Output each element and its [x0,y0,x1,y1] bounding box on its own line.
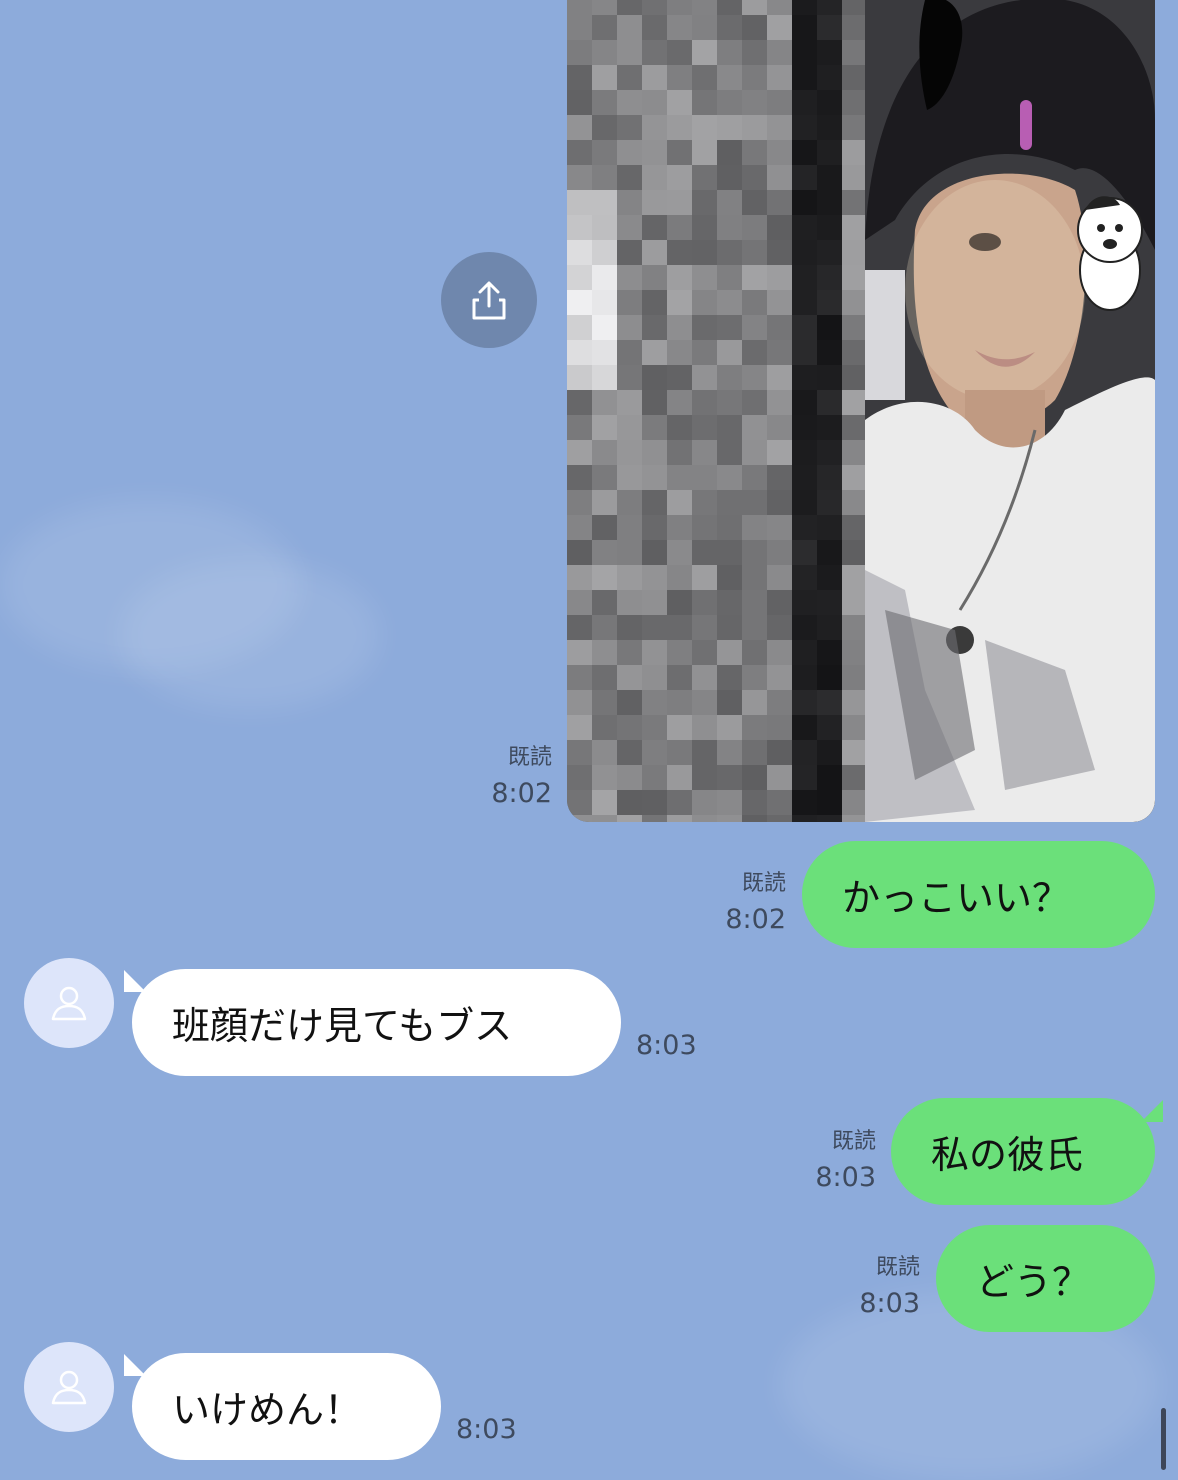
contact-avatar[interactable] [24,958,114,1048]
read-receipt: 既読 [875,1255,920,1280]
message-time: 8:03 [456,1414,517,1445]
message-time: 8:03 [859,1288,920,1319]
contact-avatar[interactable] [24,1342,114,1432]
message-time: 8:03 [636,1030,697,1061]
message-text: どう？ [976,1260,1091,1304]
message-bubble-sent[interactable]: 私の彼氏 [891,1098,1155,1205]
message-bubble-sent[interactable]: どう？ [936,1225,1155,1332]
default-avatar-icon [51,986,87,1021]
message-time: 8:02 [725,904,786,935]
background-cloud [120,560,380,710]
read-receipt: 既読 [831,1129,876,1154]
selfie-image [865,0,1155,822]
message-meta: 既読 8:03 [824,1250,920,1322]
message-meta: 既読 8:02 [460,740,552,812]
message-text: いけめん！ [172,1388,363,1432]
read-receipt: 既読 [507,745,552,770]
message-time: 8:02 [491,778,552,809]
message-time: 8:03 [815,1162,876,1193]
message-meta: 既読 8:02 [690,866,786,938]
share-icon [472,281,506,320]
default-avatar-icon [51,1370,87,1405]
message-bubble-received[interactable]: いけめん！ [132,1353,441,1460]
message-bubble-sent[interactable]: かっこいい？ [802,841,1155,948]
message-text: 私の彼氏 [931,1133,1084,1177]
message-meta: 既読 8:03 [780,1124,876,1196]
bubble-tail [1141,1100,1163,1122]
message-bubble-received[interactable]: 班顔だけ見てもブス [132,969,621,1076]
message-text: かっこいい？ [842,876,1071,920]
scrollbar[interactable] [1161,1408,1166,1470]
read-receipt: 既読 [741,871,786,896]
photo-message[interactable] [567,0,1155,822]
message-text: 班顔だけ見てもブス [172,1004,513,1048]
share-button[interactable] [441,252,537,348]
pixelated-region [567,0,867,822]
